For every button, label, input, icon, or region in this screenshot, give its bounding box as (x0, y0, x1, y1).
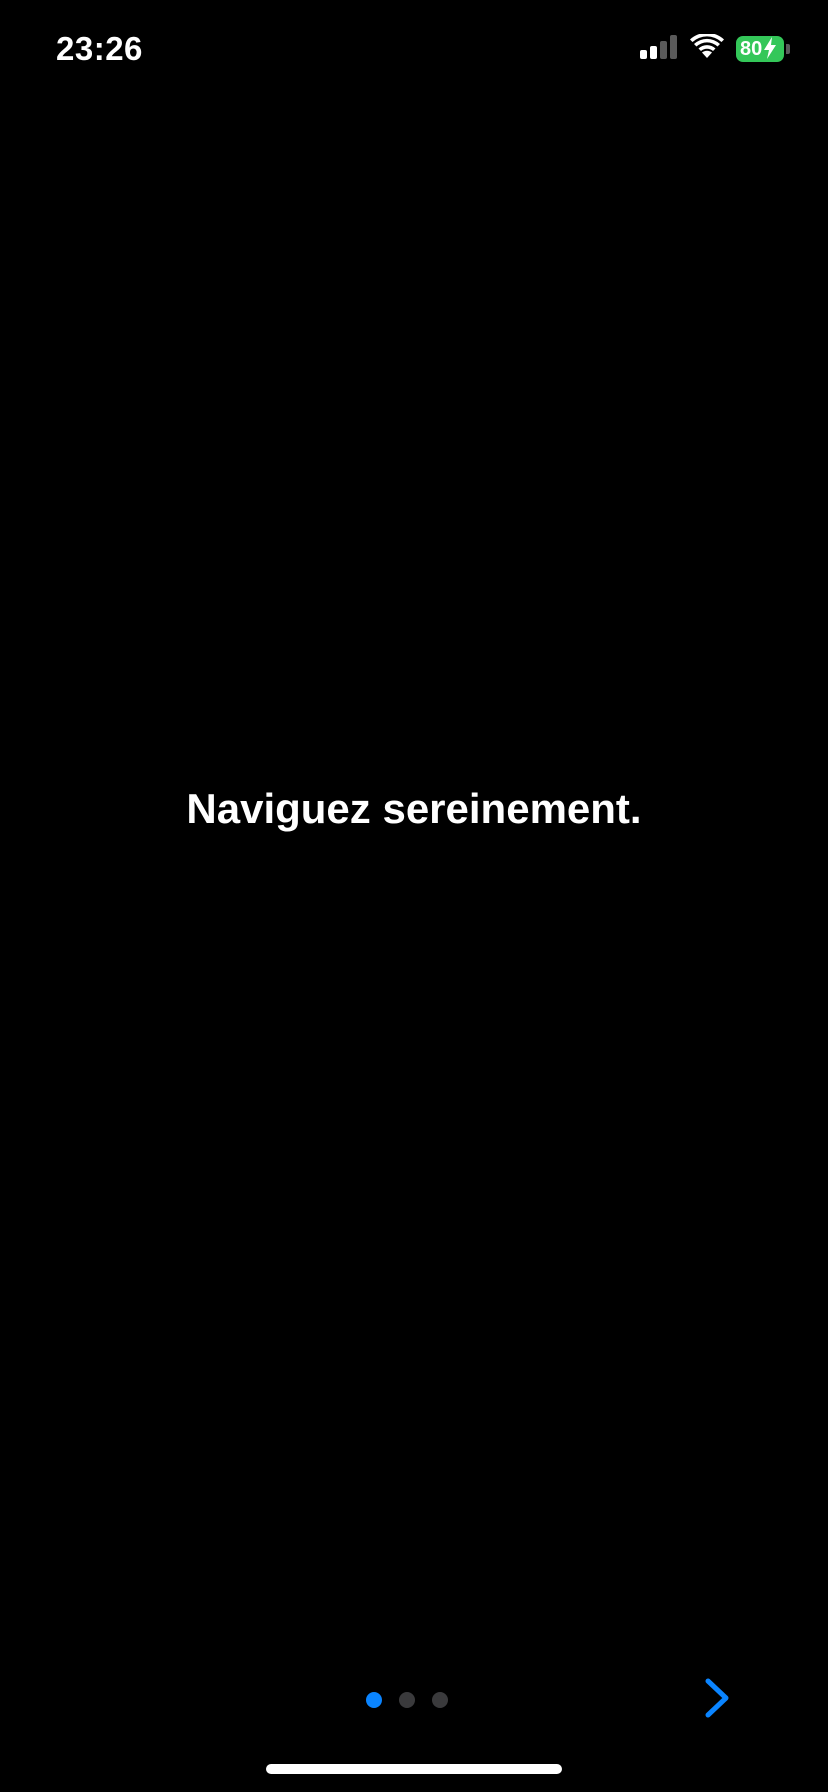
page-indicator[interactable] (366, 1692, 448, 1708)
page-dot-2[interactable] (399, 1692, 415, 1708)
status-time: 23:26 (56, 30, 143, 67)
page-dot-1[interactable] (366, 1692, 382, 1708)
cellular-signal-icon (640, 34, 678, 64)
chevron-right-icon (703, 1677, 731, 1724)
battery-indicator: 80 (736, 35, 794, 63)
battery-tip (786, 44, 790, 54)
status-bar: 23:26 80 (0, 0, 828, 100)
onboarding-headline: Naviguez sereinement. (186, 785, 642, 832)
status-icons: 80 (640, 32, 794, 65)
battery-level: 80 (740, 37, 763, 60)
battery-body: 80 (736, 36, 784, 62)
next-button[interactable] (692, 1674, 742, 1726)
wifi-icon (690, 32, 724, 65)
page-dot-3[interactable] (432, 1692, 448, 1708)
charging-bolt-icon (764, 37, 776, 65)
home-indicator[interactable] (266, 1764, 562, 1774)
